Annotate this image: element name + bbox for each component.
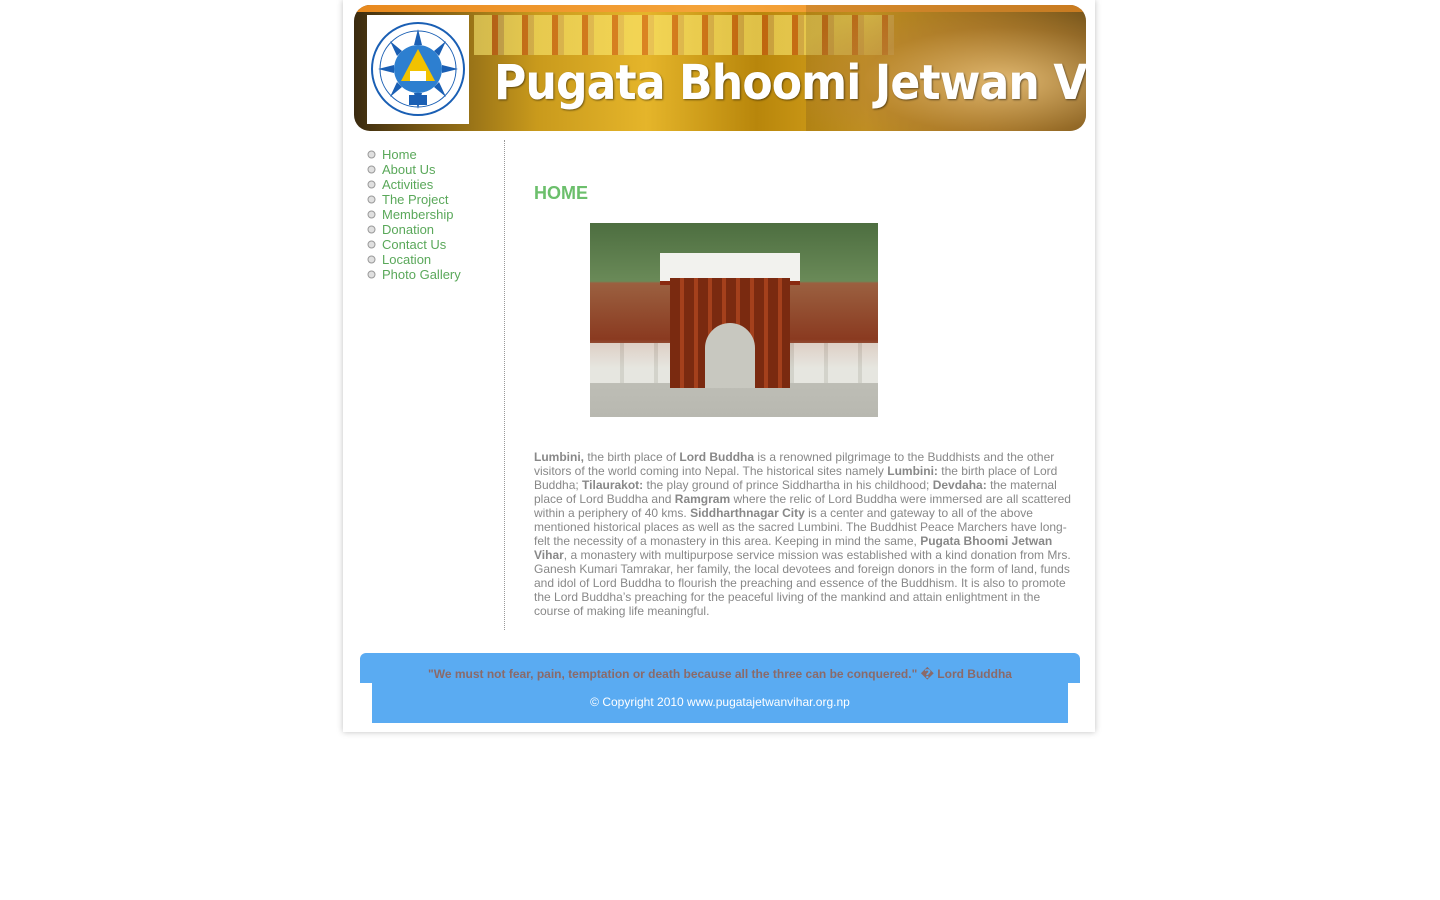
circle-bullet-icon (367, 180, 376, 189)
nav-item-about-us[interactable]: About Us (367, 162, 497, 177)
footer-quote: "We must not fear, pain, temptation or d… (360, 653, 1080, 683)
text-bold: Devdaha: (932, 478, 987, 492)
text-bold: Lumbini: (887, 464, 938, 478)
nav-item-label[interactable]: Photo Gallery (382, 267, 461, 282)
text-run: , a monastery with multipurpose service … (534, 548, 1071, 618)
nav-item-label[interactable]: About Us (382, 162, 435, 177)
text-run: the play ground of prince Siddhartha in … (643, 478, 933, 492)
nav-item-photo-gallery[interactable]: Photo Gallery (367, 267, 497, 282)
nav-item-label[interactable]: Home (382, 147, 417, 162)
footer-copyright: © Copyright 2010 www.pugatajetwanvihar.o… (372, 683, 1068, 723)
page-title: HOME (534, 183, 588, 203)
nav-item-home[interactable]: Home (367, 147, 497, 162)
nav-item-label[interactable]: The Project (382, 192, 448, 207)
nav-item-location[interactable]: Location (367, 252, 497, 267)
text-bold: Ramgram (674, 492, 731, 506)
text-run: the birth place of (584, 450, 680, 464)
nav-item-membership[interactable]: Membership (367, 207, 497, 222)
nav-item-activities[interactable]: Activities (367, 177, 497, 192)
text-bold: Lord Buddha (679, 450, 755, 464)
gate-decoration (670, 278, 790, 388)
page-container: Pugata Bhoomi Jetwan Vihar Hom (343, 0, 1095, 732)
nav-item-contact-us[interactable]: Contact Us (367, 237, 497, 252)
intro-paragraph: Lumbini, the birth place of Lord Buddha … (534, 450, 1074, 618)
gate-photo (590, 223, 878, 417)
dharma-wheel-logo-icon[interactable] (367, 15, 469, 124)
sidebar-nav: Home About Us Activities The Project Mem… (367, 147, 497, 282)
column-divider (504, 140, 505, 630)
nav-item-label[interactable]: Contact Us (382, 237, 446, 252)
text-bold: Lumbini, (534, 450, 584, 464)
circle-bullet-icon (367, 225, 376, 234)
site-title: Pugata Bhoomi Jetwan Vihar (494, 55, 1086, 111)
circle-bullet-icon (367, 165, 376, 174)
circle-bullet-icon (367, 195, 376, 204)
nav-item-label[interactable]: Activities (382, 177, 433, 192)
nav-item-the-project[interactable]: The Project (367, 192, 497, 207)
circle-bullet-icon (367, 210, 376, 219)
nav-item-label[interactable]: Membership (382, 207, 454, 222)
nav-item-label[interactable]: Location (382, 252, 431, 267)
text-bold: Siddharthnagar City (690, 506, 805, 520)
circle-bullet-icon (367, 240, 376, 249)
text-bold: Tilaurakot: (582, 478, 644, 492)
circle-bullet-icon (367, 150, 376, 159)
nav-item-label[interactable]: Donation (382, 222, 434, 237)
main-content: HOME Lumbini, the birth place of Lord Bu… (534, 180, 1074, 618)
circle-bullet-icon (367, 270, 376, 279)
nav-item-donation[interactable]: Donation (367, 222, 497, 237)
circle-bullet-icon (367, 255, 376, 264)
